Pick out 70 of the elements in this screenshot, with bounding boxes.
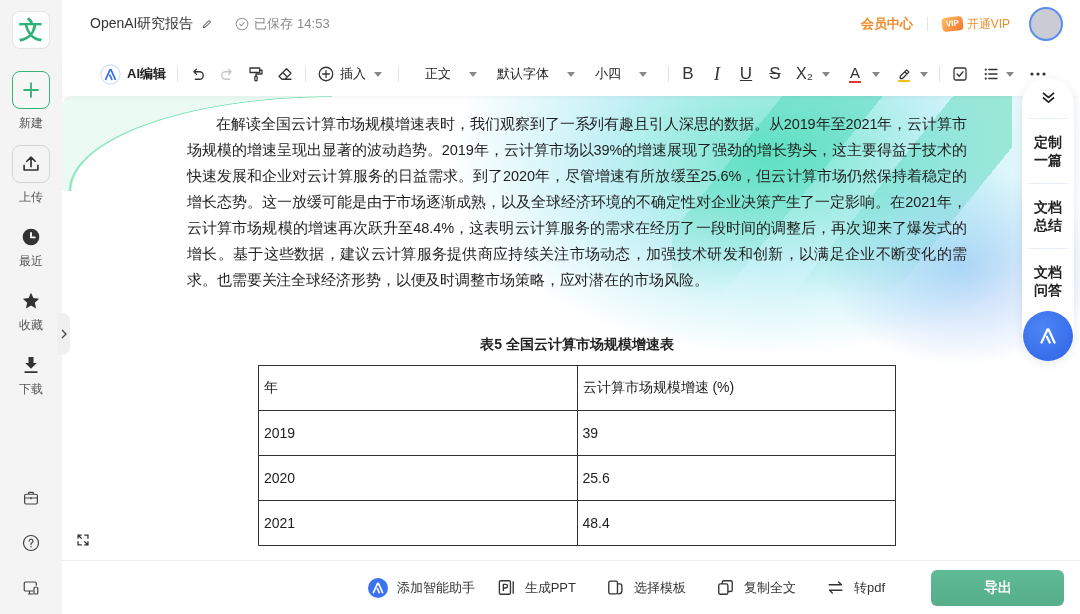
- plus-icon: [12, 71, 50, 109]
- assistant-logo-icon: [367, 577, 388, 598]
- double-chevron-down-icon[interactable]: [1040, 91, 1056, 104]
- table-cell: 2019: [258, 410, 577, 456]
- panel-action-button[interactable]: 文档总结: [1028, 183, 1068, 248]
- underline-button[interactable]: U: [738, 65, 754, 83]
- sidebar-item[interactable]: 上传: [12, 145, 50, 205]
- edit-icon[interactable]: [201, 18, 214, 30]
- download-icon: [21, 355, 41, 375]
- save-status: 已保存 14:53: [254, 15, 330, 33]
- ai-edit-button[interactable]: AI编辑: [100, 63, 166, 85]
- bottom-action-button[interactable]: 选择模板: [605, 578, 686, 597]
- more-icon[interactable]: [1029, 72, 1046, 76]
- check-circle-icon: [235, 17, 250, 31]
- table-cell: 48.4: [577, 500, 896, 546]
- clock-icon: [21, 227, 41, 247]
- bottom-action-button[interactable]: 转pdf: [825, 578, 885, 597]
- sidebar-item[interactable]: 最近: [19, 225, 43, 269]
- caret-icon: [821, 71, 830, 77]
- bottom-action-button[interactable]: 添加智能助手: [367, 577, 475, 598]
- body-paragraph: 在解读全国云计算市场规模增速表时，我们观察到了一系列有趣且引人深思的数据。从2019年至2021年，云计算市场规模的增速呈现出显著的波动趋势。2019年，云计算市场以39%的增速展现了强劲的增长势头，这主要得益于技术的快速发展和企业对云计算服务的日益需求。到了2020年，尽管增速有所放缓至25.6%，但云计算市场仍然保持着稳定的增长态势。这一放缓可能是由于市场逐渐成熟，以及全球经济环境的不确定性对企业决策产生了一定影响。在2021年，云计算市场规模的增速再次跃升至48.4%，这表明云计算服务的需求在经历了一段时间的调整后，再次迎来了爆发式的增长。基于这些数据，建议云计算服务提供商应持续关注市场动态，加强技术研发和创新，以满足企业不断变化的需求。也需要关注全球经济形势，以便及时调整市场策略，应对潜在的市场风险。: [187, 115, 967, 290]
- table-cell: 39: [577, 410, 896, 456]
- caret-icon: [639, 71, 647, 77]
- table-header-cell: 云计算市场规模增速 (%): [577, 365, 896, 411]
- caret-icon: [1005, 71, 1014, 77]
- upload-icon: [12, 145, 50, 183]
- template-icon: [605, 578, 625, 597]
- italic-button[interactable]: I: [709, 65, 725, 83]
- caret-icon: [871, 71, 880, 77]
- star-icon: [21, 291, 41, 311]
- checkbox-icon[interactable]: [950, 65, 969, 83]
- table-header-cell: 年: [258, 365, 577, 411]
- bottom-action-button[interactable]: 复制全文: [715, 578, 796, 597]
- chevron-right-icon: [60, 329, 67, 339]
- table-cell: 2020: [258, 455, 577, 501]
- paint-roller-icon[interactable]: [247, 65, 265, 83]
- sidebar-item[interactable]: 收藏: [19, 289, 43, 333]
- font-color-button[interactable]: A: [848, 65, 880, 83]
- fullscreen-icon[interactable]: [76, 533, 90, 547]
- subscript-button[interactable]: X₂: [796, 65, 830, 83]
- plus-circle-icon: [317, 65, 335, 83]
- bottom-action-button[interactable]: 生成PPT: [496, 578, 576, 597]
- panel-action-button[interactable]: 定制一篇: [1028, 118, 1068, 183]
- caret-icon: [567, 71, 575, 77]
- table-cell: 25.6: [577, 455, 896, 501]
- sidebar-item[interactable]: 下载: [19, 353, 43, 397]
- avatar[interactable]: [1029, 7, 1063, 41]
- vip-badge: VIP: [941, 15, 964, 33]
- paragraph-style-dropdown[interactable]: 正文: [415, 65, 487, 83]
- font-size-dropdown[interactable]: 小四: [585, 65, 657, 83]
- caret-icon: [374, 71, 382, 77]
- copy-icon: [715, 578, 735, 597]
- collapse-handle[interactable]: [57, 313, 70, 355]
- table-cell: 2021: [258, 500, 577, 546]
- caret-icon: [469, 71, 477, 77]
- slides-icon: [496, 578, 516, 597]
- devices-icon[interactable]: [22, 579, 40, 597]
- document-title[interactable]: OpenAI研究报告: [90, 15, 194, 33]
- strikethrough-button[interactable]: S: [767, 65, 783, 83]
- sidebar-item[interactable]: 新建: [12, 71, 50, 131]
- table-caption: 表5 全国云计算市场规模增速表: [479, 335, 675, 354]
- help-icon[interactable]: [22, 534, 40, 552]
- insert-dropdown[interactable]: 插入: [317, 65, 382, 83]
- eraser-icon[interactable]: [276, 65, 294, 83]
- bold-button[interactable]: B: [680, 65, 696, 83]
- assistant-logo-icon[interactable]: [1023, 311, 1073, 361]
- font-family-dropdown[interactable]: 默认字体: [487, 65, 585, 83]
- caret-icon: [919, 71, 928, 77]
- assistant-logo-icon: [100, 63, 121, 85]
- briefcase-icon[interactable]: [22, 489, 40, 507]
